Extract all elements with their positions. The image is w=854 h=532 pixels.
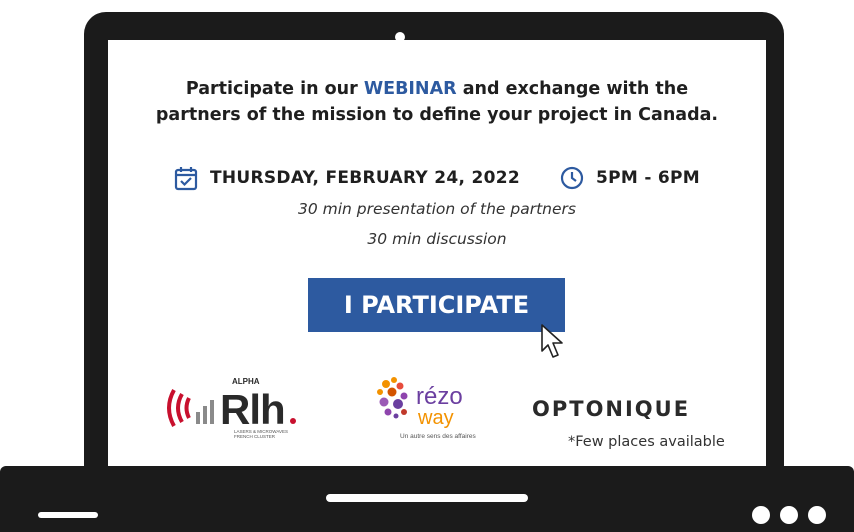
event-details: THURSDAY, FEBRUARY 24, 2022 5PM - 6PM	[108, 165, 766, 191]
agenda-line1: 30 min presentation of the partners	[297, 200, 576, 218]
headline-line1-pre: Participate in our	[185, 79, 364, 99]
rlh-tagline-2: FRENCH CLUSTER	[234, 434, 276, 439]
headline: Participate in our WEBINAR and exchange …	[108, 76, 766, 128]
agenda-line2: 30 min discussion	[367, 230, 507, 248]
headline-line1-post: and exchange with the	[456, 79, 689, 99]
laptop-slot	[38, 512, 98, 518]
availability-note: *Few places available	[568, 434, 725, 450]
indicator-dot	[808, 506, 826, 524]
rlh-small-label: ALPHA	[232, 377, 260, 386]
event-time: 5PM - 6PM	[596, 168, 701, 188]
rlh-main-label: Rlh	[220, 386, 285, 433]
rezo-word2: way	[417, 407, 454, 429]
rezoway-logo: rézo way Un autre sens des affaires	[370, 370, 510, 447]
laptop-indicator-lights	[752, 506, 826, 524]
headline-line2: partners of the mission to define your p…	[155, 105, 719, 125]
indicator-dot	[752, 506, 770, 524]
clock-icon	[560, 166, 584, 190]
rezo-word1: rézo	[416, 383, 463, 410]
headline-highlight: WEBINAR	[363, 79, 457, 99]
laptop-screen: Participate in our WEBINAR and exchange …	[108, 40, 766, 468]
headline-line1: Participate in our WEBINAR and exchange …	[108, 76, 766, 102]
rezo-tagline: Un autre sens des affaires	[400, 433, 477, 440]
mouse-pointer-icon	[541, 324, 563, 358]
calendar-check-icon	[174, 165, 198, 191]
participate-button[interactable]: I PARTICIPATE	[308, 278, 565, 332]
laptop-hinge	[326, 494, 528, 502]
indicator-dot	[780, 506, 798, 524]
event-date: THURSDAY, FEBRUARY 24, 2022	[209, 168, 520, 188]
optonique-logo: OPTONIQUE	[532, 397, 691, 421]
rlh-logo: ALPHA Rlh LASERS & MICROWAVES FRENCH CLU…	[160, 372, 330, 445]
